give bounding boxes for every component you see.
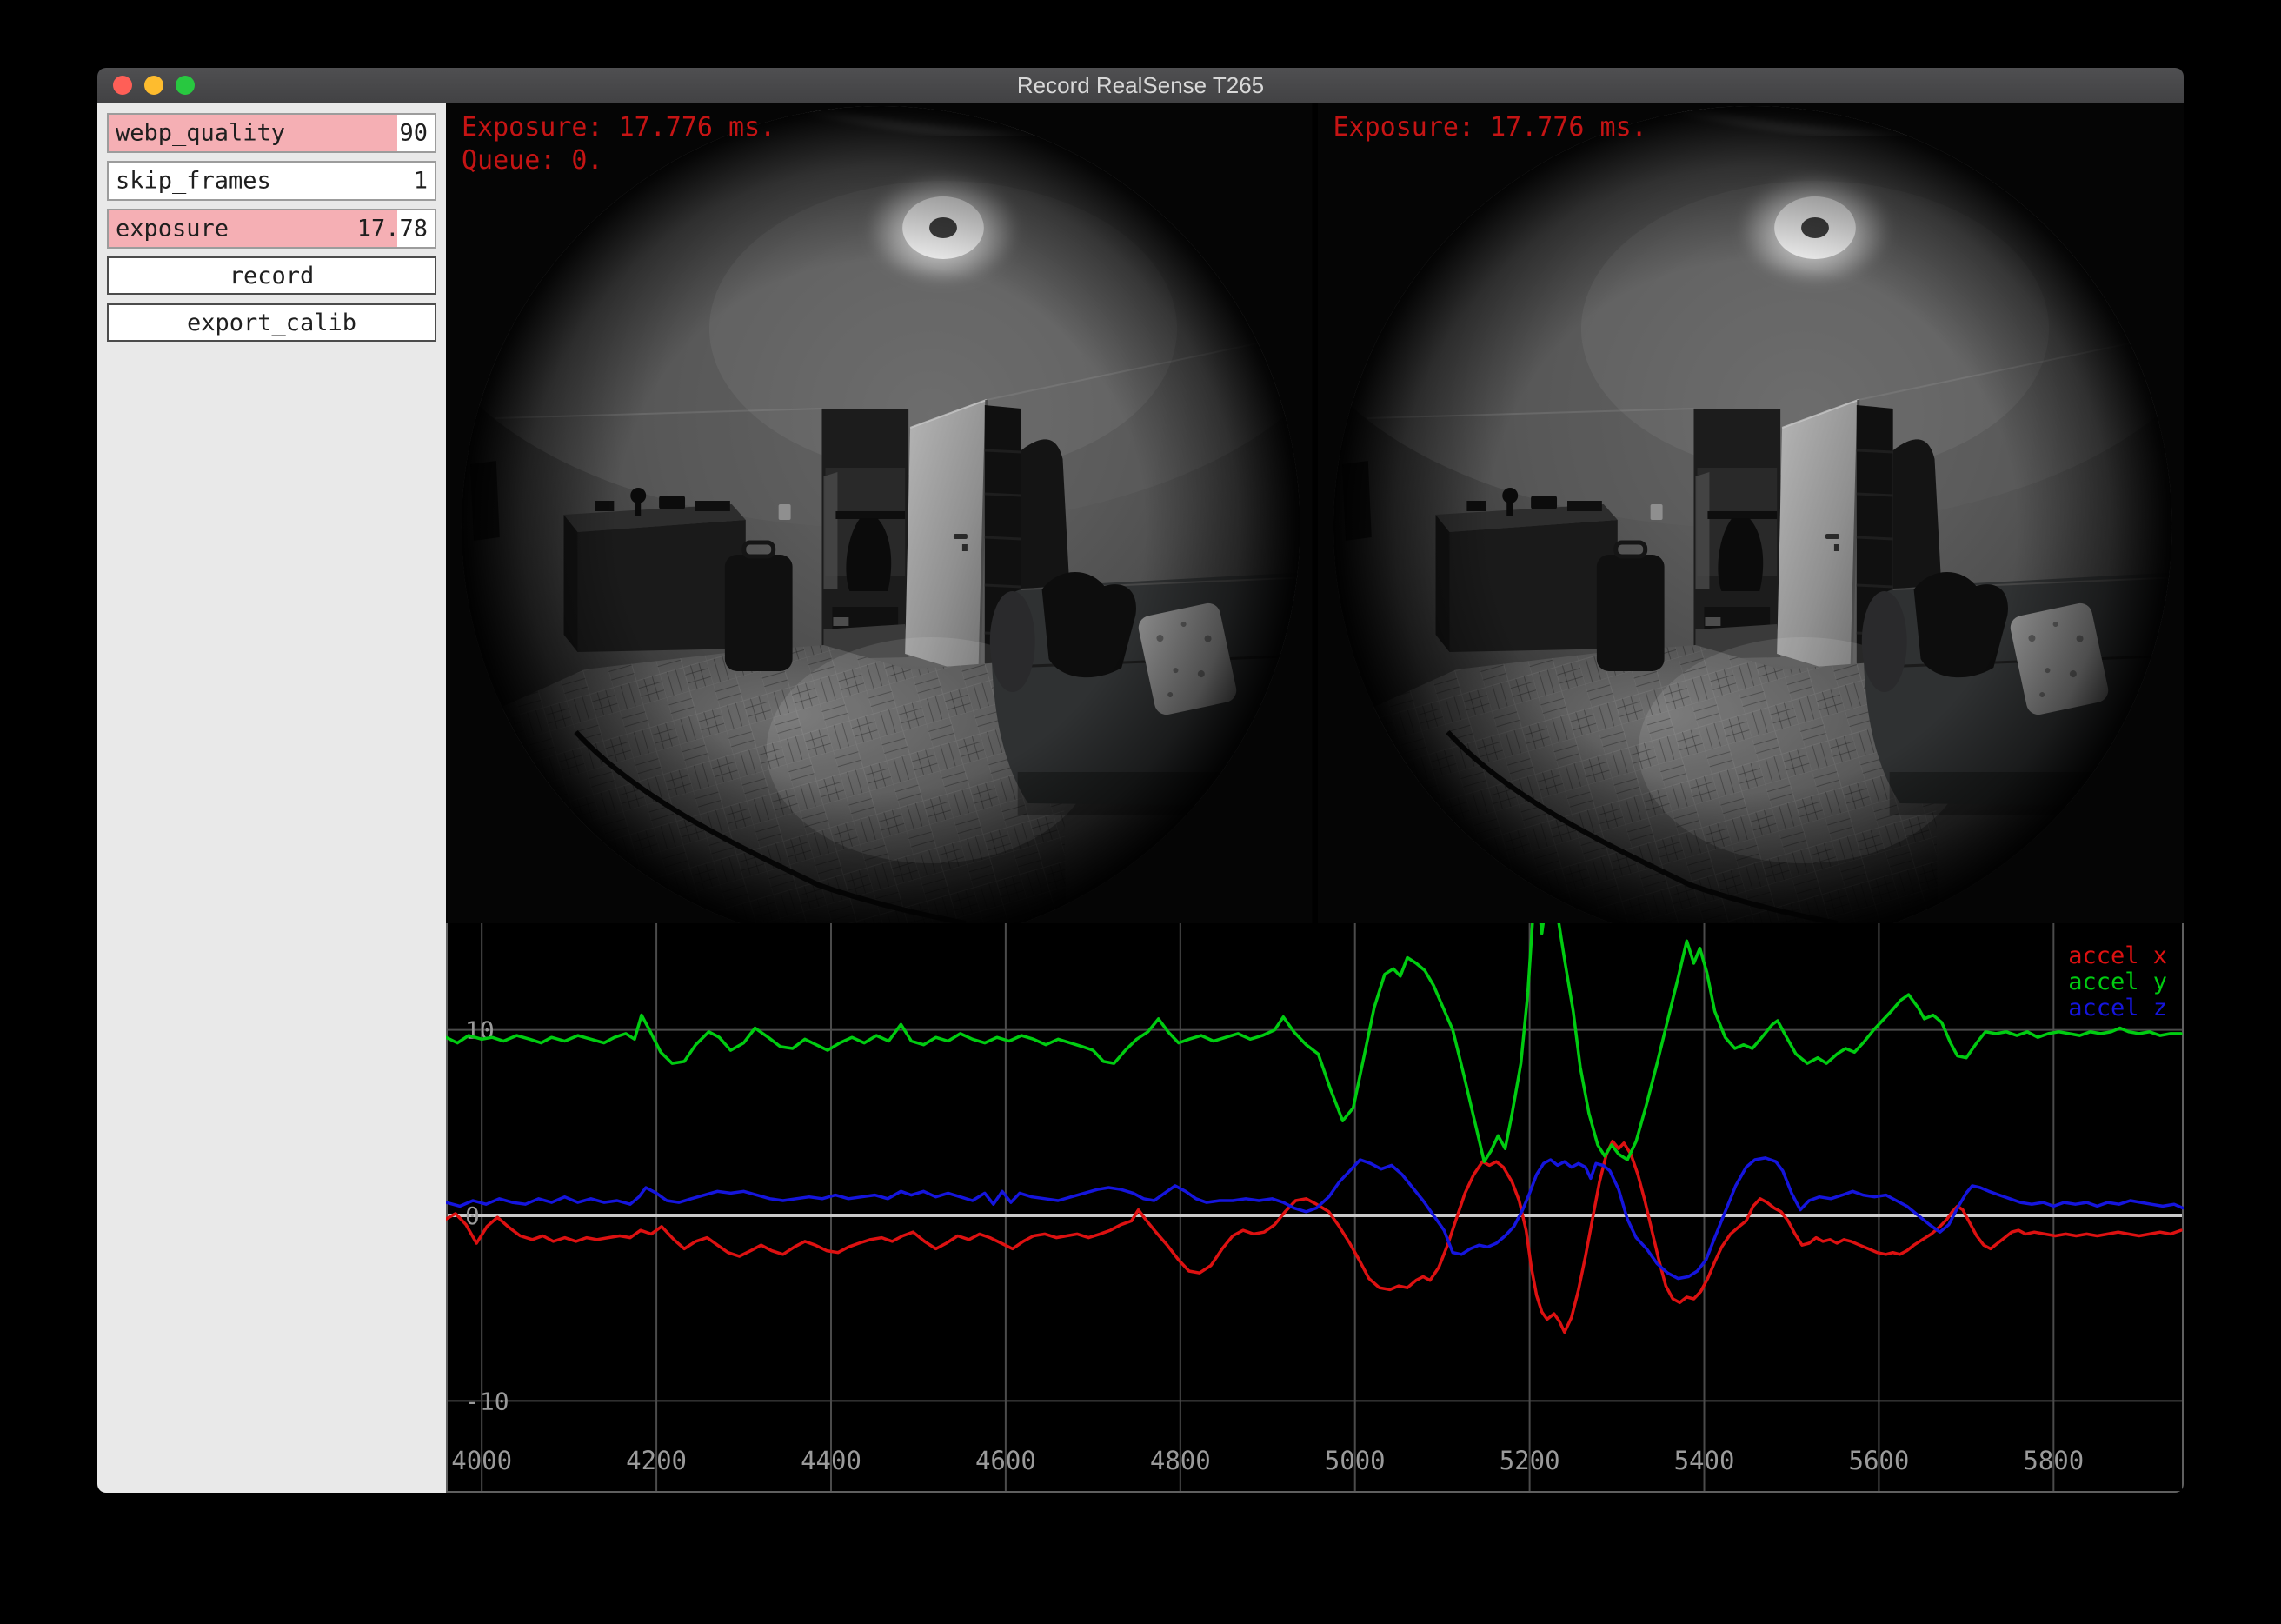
exposure-field[interactable]: exposure 17.78 xyxy=(107,209,436,249)
window-title: Record RealSense T265 xyxy=(97,72,2184,99)
svg-text:accel x: accel x xyxy=(2068,942,2167,969)
svg-text:4800: 4800 xyxy=(1150,1446,1211,1475)
minimize-icon[interactable] xyxy=(144,76,163,95)
webp-quality-field[interactable]: webp_quality 90 xyxy=(107,113,436,153)
svg-text:accel y: accel y xyxy=(2068,968,2167,995)
main-area: Exposure: 17.776 ms. Queue: 0. Exposure:… xyxy=(446,103,2184,1493)
app-window: Record RealSense T265 webp_quality 90 sk… xyxy=(97,68,2184,1493)
svg-text:4000: 4000 xyxy=(451,1446,512,1475)
fisheye-camera-right: Exposure: 17.776 ms. xyxy=(1318,103,2185,923)
export-calib-button[interactable]: export_calib xyxy=(107,303,436,342)
close-icon[interactable] xyxy=(113,76,132,95)
accelerometer-plot: 100-104000420044004600480050005200540056… xyxy=(446,923,2184,1493)
fisheye-camera-left: Exposure: 17.776 ms. Queue: 0. xyxy=(446,103,1313,923)
webp-quality-label: webp_quality xyxy=(116,120,285,147)
svg-text:-10: -10 xyxy=(465,1387,509,1415)
accel-chart: 100-104000420044004600480050005200540056… xyxy=(446,923,2184,1493)
fisheye-image-left xyxy=(446,103,1313,923)
svg-text:5400: 5400 xyxy=(1674,1446,1735,1475)
exposure-readout-right: Exposure: 17.776 ms. xyxy=(1333,111,1647,144)
camera-right-overlay: Exposure: 17.776 ms. xyxy=(1333,111,1647,144)
record-button[interactable]: record xyxy=(107,256,436,295)
svg-text:5800: 5800 xyxy=(2023,1446,2084,1475)
title-bar[interactable]: Record RealSense T265 xyxy=(97,68,2184,103)
window-controls xyxy=(97,76,195,95)
exposure-label: exposure xyxy=(116,216,229,243)
control-sidebar: webp_quality 90 skip_frames 1 exposure 1… xyxy=(97,103,446,1493)
camera-left-overlay: Exposure: 17.776 ms. Queue: 0. xyxy=(462,111,775,177)
fisheye-image-right xyxy=(1318,103,2185,923)
svg-text:5600: 5600 xyxy=(1848,1446,1909,1475)
svg-text:5000: 5000 xyxy=(1325,1446,1386,1475)
zoom-icon[interactable] xyxy=(176,76,195,95)
svg-text:accel z: accel z xyxy=(2068,995,2167,1022)
camera-views: Exposure: 17.776 ms. Queue: 0. Exposure:… xyxy=(446,103,2184,923)
webp-quality-value: 90 xyxy=(399,120,428,147)
skip-frames-field[interactable]: skip_frames 1 xyxy=(107,161,436,201)
exposure-value: 17.78 xyxy=(357,216,428,243)
exposure-readout-left: Exposure: 17.776 ms. xyxy=(462,111,775,144)
svg-text:10: 10 xyxy=(465,1016,495,1045)
svg-text:4400: 4400 xyxy=(801,1446,861,1475)
svg-text:4200: 4200 xyxy=(626,1446,687,1475)
svg-text:5200: 5200 xyxy=(1500,1446,1560,1475)
svg-text:4600: 4600 xyxy=(975,1446,1036,1475)
skip-frames-label: skip_frames xyxy=(116,168,271,195)
skip-frames-value: 1 xyxy=(414,168,428,195)
queue-readout-left: Queue: 0. xyxy=(462,144,775,177)
